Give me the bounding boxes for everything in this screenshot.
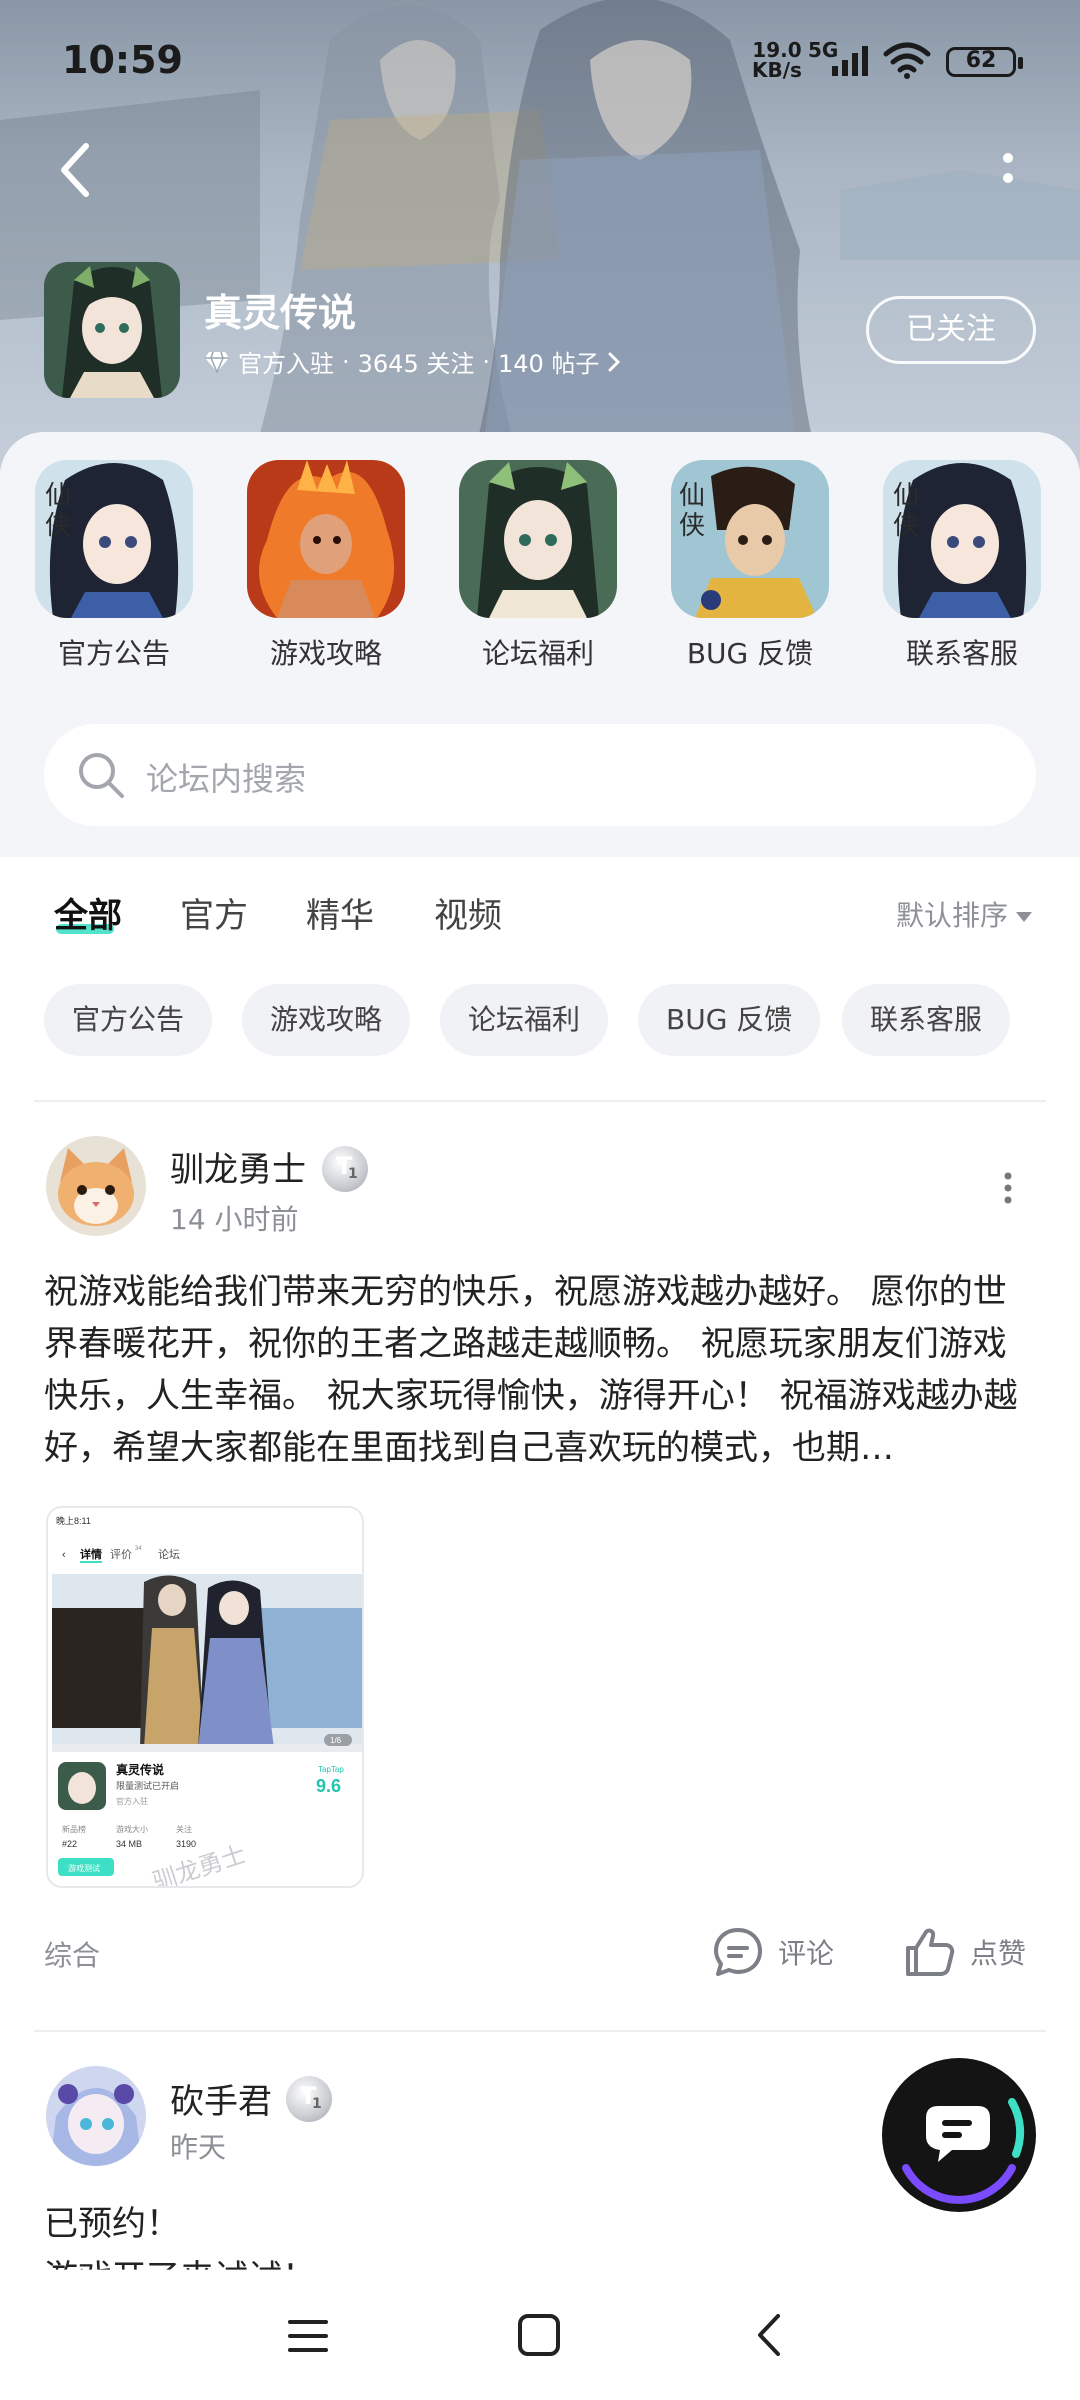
signal-icon	[832, 46, 868, 76]
tab-all[interactable]: 全部	[54, 888, 122, 937]
chat-fab-button[interactable]	[882, 2058, 1036, 2212]
back-arrow-icon[interactable]	[44, 130, 104, 210]
forum-avatar[interactable]	[44, 262, 180, 398]
forum-meta[interactable]: 官方入驻 · 3645 关注 · 140 帖子	[204, 344, 621, 379]
tab-video[interactable]: 视频	[434, 888, 502, 937]
svg-text:详情: 详情	[80, 1547, 102, 1561]
official-badge: 官方入驻	[238, 350, 334, 378]
bug-report-icon: 仙 侠	[671, 460, 829, 618]
caret-down-icon	[1016, 912, 1033, 922]
svg-text:34 MB: 34 MB	[116, 1839, 142, 1849]
svg-text:官方入驻: 官方入驻	[116, 1796, 148, 1806]
author-name[interactable]: 砍手君	[170, 2074, 272, 2123]
home-icon[interactable]	[516, 2312, 562, 2358]
svg-text:9.6: 9.6	[316, 1776, 341, 1796]
forum-header: 10:59 19.0 KB/s 5G 62 真灵传说 官方入驻 · 3645 关…	[0, 0, 1080, 470]
shortcut-forum-benefits[interactable]: 论坛福利	[458, 460, 618, 672]
svg-text:34: 34	[135, 1546, 142, 1552]
shortcut-game-guide[interactable]: 游戏攻略	[246, 460, 406, 672]
comment-icon	[714, 1928, 762, 1976]
svg-text:1/6: 1/6	[330, 1736, 342, 1745]
divider	[34, 1100, 1046, 1102]
author-avatar[interactable]	[46, 1136, 146, 1236]
chip-customer-service[interactable]: 联系客服	[842, 984, 1011, 1056]
author-name[interactable]: 驯龙勇士	[170, 1142, 306, 1191]
category-chips: 官方公告 游戏攻略 论坛福利 BUG 反馈 联系客服	[0, 980, 1080, 1070]
chip-forum-benefits[interactable]: 论坛福利	[440, 984, 609, 1056]
level-badge-icon: T1	[286, 2076, 332, 2122]
svg-text:晚上8:11: 晚上8:11	[56, 1516, 91, 1526]
post-time: 14 小时前	[170, 1203, 299, 1236]
screenshot-thumbnail: 晚上8:11 ‹ 详情 评价 34 论坛 1/6 真灵传说 限量测试已开启 官方…	[48, 1508, 362, 1886]
shortcut-bug-report[interactable]: 仙 侠 BUG 反馈	[670, 460, 830, 672]
divider	[34, 2030, 1046, 2032]
svg-text:#22: #22	[62, 1839, 77, 1849]
tab-official[interactable]: 官方	[180, 888, 248, 937]
svg-text:侠: 侠	[45, 511, 71, 541]
svg-text:评价: 评价	[110, 1548, 132, 1561]
posts-count: 140 帖子	[498, 350, 600, 378]
sort-dropdown[interactable]: 默认排序	[896, 894, 1033, 934]
chevron-right-icon	[608, 352, 621, 371]
post-image[interactable]: 晚上8:11 ‹ 详情 评价 34 论坛 1/6 真灵传说 限量测试已开启 官方…	[46, 1506, 364, 1888]
chip-game-guide[interactable]: 游戏攻略	[242, 984, 411, 1056]
game-guide-icon	[247, 460, 405, 618]
svg-text:关注: 关注	[176, 1824, 192, 1834]
svg-text:仙: 仙	[45, 481, 71, 511]
menu-icon[interactable]	[286, 2314, 330, 2358]
svg-text:游戏大小: 游戏大小	[116, 1824, 148, 1834]
forum-benefits-icon	[459, 460, 617, 618]
official-notice-icon: 仙 侠	[35, 460, 193, 618]
follow-button[interactable]: 已关注	[866, 296, 1036, 364]
shortcut-official-notice[interactable]: 仙 侠 官方公告	[34, 460, 194, 672]
forum-search-input[interactable]: 论坛内搜索	[44, 724, 1036, 826]
svg-text:侠: 侠	[893, 511, 919, 541]
post-category[interactable]: 综合	[44, 1934, 100, 1974]
like-button[interactable]: 点赞	[902, 1924, 1026, 1980]
forum-title: 真灵传说	[204, 291, 357, 335]
post-body[interactable]: 祝游戏能给我们带来无穷的快乐，祝愿游戏越办越好。 愿你的世界春暖花开，祝你的王者…	[44, 1266, 1036, 1474]
status-bar: 10:59 19.0 KB/s 5G 62	[0, 0, 1080, 120]
diamond-icon	[205, 351, 229, 373]
followers-count: 3645 关注	[357, 350, 475, 378]
svg-text:游戏测试: 游戏测试	[68, 1863, 100, 1873]
comment-button[interactable]: 评论	[710, 1924, 834, 1980]
chip-bug-report[interactable]: BUG 反馈	[638, 984, 821, 1056]
more-options-icon[interactable]	[988, 140, 1028, 200]
battery-level: 62	[965, 48, 997, 73]
system-navigation-bar	[0, 2270, 1080, 2400]
svg-text:仙: 仙	[679, 481, 705, 511]
thumbs-up-icon	[906, 1928, 955, 1976]
svg-text:论坛: 论坛	[158, 1547, 180, 1561]
shortcut-panel: 仙 侠 官方公告 游戏攻略 论坛福利 仙 侠 BUG 反馈 仙 侠 联系客服 论…	[0, 432, 1080, 857]
svg-text:仙: 仙	[893, 481, 919, 511]
svg-text:真灵传说: 真灵传说	[116, 1762, 164, 1777]
network-speed: 19.0 KB/s	[752, 38, 802, 82]
chip-official-notice[interactable]: 官方公告	[44, 984, 213, 1056]
svg-text:侠: 侠	[679, 511, 705, 541]
battery-icon: 62	[946, 47, 1023, 77]
svg-text:新品榜: 新品榜	[62, 1824, 86, 1834]
shortcut-customer-service[interactable]: 仙 侠 联系客服	[882, 460, 1042, 672]
author-avatar[interactable]	[46, 2066, 146, 2166]
post-time: 昨天	[170, 2131, 227, 2164]
tab-featured[interactable]: 精华	[306, 888, 374, 937]
search-icon	[79, 753, 124, 798]
back-icon[interactable]	[750, 2310, 790, 2360]
status-time: 10:59	[62, 38, 183, 82]
customer-service-icon: 仙 侠	[883, 460, 1041, 618]
svg-text:3190: 3190	[176, 1839, 196, 1849]
level-badge-icon: T1	[322, 1146, 368, 1192]
post-tabs: 全部 官方 精华 视频 默认排序	[0, 858, 1080, 978]
post-more-icon[interactable]	[998, 1168, 1018, 1208]
wifi-icon	[883, 42, 931, 79]
svg-text:TapTap: TapTap	[318, 1765, 344, 1774]
svg-text:‹: ‹	[62, 1549, 66, 1561]
post-body[interactable]: 已预约！	[44, 2196, 180, 2245]
svg-text:限量测试已开启: 限量测试已开启	[116, 1780, 179, 1791]
chat-bubble-icon	[902, 2098, 1025, 2204]
search-placeholder: 论坛内搜索	[146, 760, 307, 798]
